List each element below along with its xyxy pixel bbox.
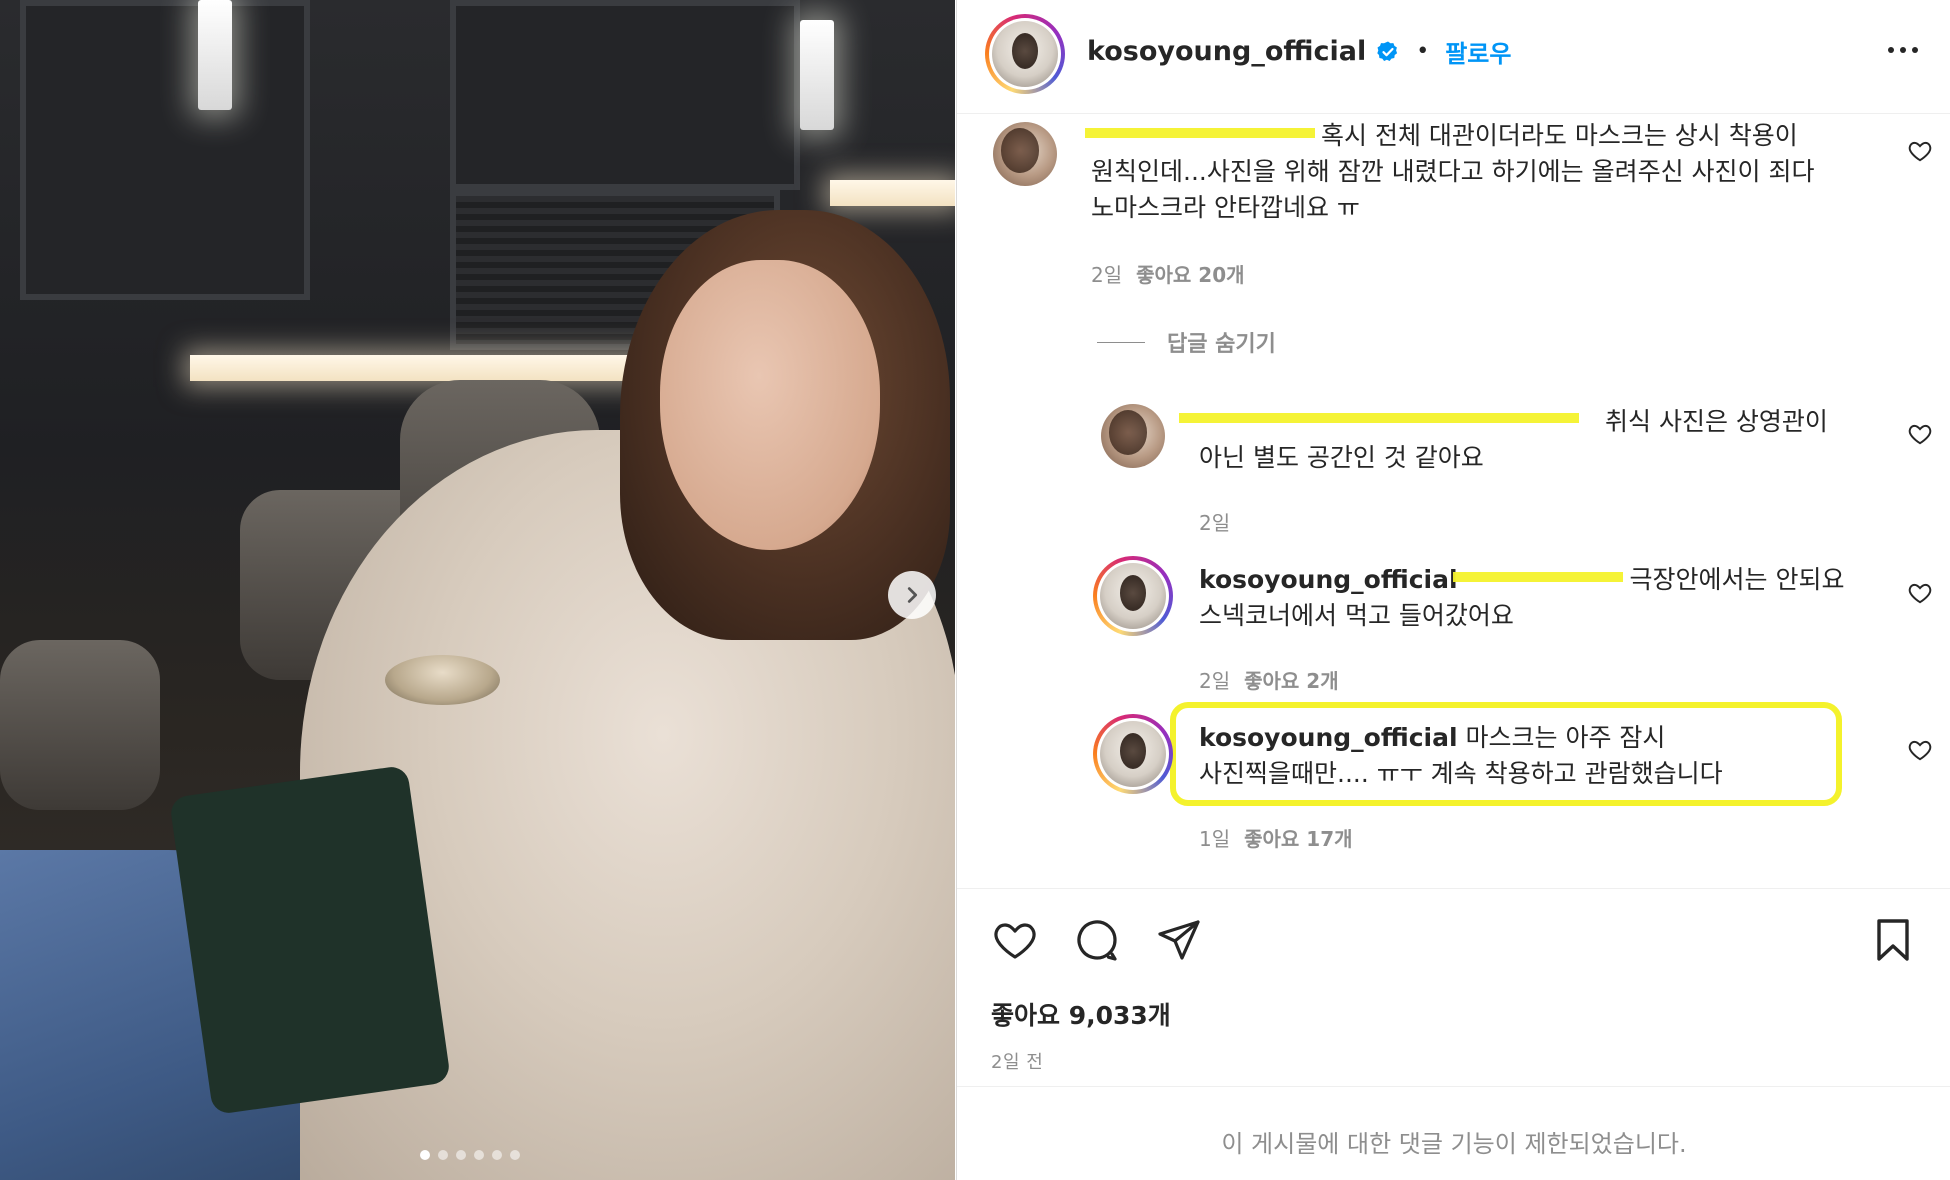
hide-replies-button[interactable]: 답글 숨기기 bbox=[1097, 326, 1276, 358]
light-strip bbox=[190, 355, 670, 381]
author-avatar[interactable] bbox=[1093, 714, 1173, 794]
reply-meta: 1일 좋아요 17개 bbox=[1199, 823, 1353, 852]
reply-meta: 2일 bbox=[1199, 507, 1230, 536]
carousel-dot[interactable] bbox=[420, 1150, 430, 1160]
commenter-avatar[interactable] bbox=[993, 122, 1057, 186]
heart-outline-icon[interactable] bbox=[1907, 421, 1933, 447]
heart-outline-icon[interactable] bbox=[991, 916, 1039, 964]
carousel-dot[interactable] bbox=[474, 1150, 484, 1160]
heart-outline-icon[interactable] bbox=[1907, 580, 1933, 606]
reply-time: 2일 bbox=[1199, 669, 1231, 693]
wall-lamp bbox=[800, 20, 834, 130]
wall-lamp bbox=[198, 0, 232, 110]
reply-text: kosoyoung_official 마스크는 아주 잠시 사진찍을때만....… bbox=[1199, 723, 1723, 788]
post-photo bbox=[0, 0, 955, 1180]
carousel-dot[interactable] bbox=[438, 1150, 448, 1160]
header-title-row: kosoyoung_official • 팔로우 bbox=[1087, 34, 1511, 69]
heart-outline-icon[interactable] bbox=[1907, 138, 1933, 164]
author-avatar[interactable] bbox=[985, 14, 1065, 94]
light-strip bbox=[830, 180, 955, 206]
comment-time: 2일 bbox=[1091, 263, 1123, 287]
bottom-divider bbox=[957, 1086, 1950, 1087]
bookmark-icon[interactable] bbox=[1869, 916, 1917, 964]
reply-likes[interactable]: 좋아요 17개 bbox=[1244, 827, 1352, 851]
carousel-next-button[interactable] bbox=[888, 571, 936, 619]
likes-count[interactable]: 좋아요 9,033개 bbox=[991, 996, 1171, 1032]
redaction-mark bbox=[1453, 572, 1623, 582]
author-avatar[interactable] bbox=[1093, 556, 1173, 636]
author-username[interactable]: kosoyoung_official bbox=[1087, 36, 1366, 67]
carousel-dot[interactable] bbox=[456, 1150, 466, 1160]
hide-replies-line bbox=[1097, 341, 1145, 343]
commenter-avatar[interactable] bbox=[1101, 404, 1165, 468]
post-timestamp: 2일 전 bbox=[991, 1052, 1044, 1073]
reply-username[interactable]: kosoyoung_official bbox=[1199, 723, 1458, 752]
carousel-dots bbox=[420, 1150, 520, 1160]
header-separator: • bbox=[1416, 39, 1430, 64]
comments-restricted-notice: 이 게시물에 대한 댓글 기능이 제한되었습니다. bbox=[1221, 1130, 1687, 1158]
wall-panel bbox=[20, 0, 310, 300]
heart-outline-icon[interactable] bbox=[1907, 737, 1933, 763]
comment-likes[interactable]: 좋아요 20개 bbox=[1136, 263, 1244, 287]
comment-icon[interactable] bbox=[1073, 916, 1121, 964]
person-face bbox=[660, 260, 880, 550]
theater-seat bbox=[0, 640, 160, 810]
comment-meta: 2일 좋아요 20개 bbox=[1091, 259, 1245, 288]
carousel-dot[interactable] bbox=[492, 1150, 502, 1160]
cushion-compact bbox=[385, 655, 500, 705]
reply-meta: 2일 좋아요 2개 bbox=[1199, 665, 1339, 694]
more-horizontal-icon[interactable] bbox=[1883, 40, 1923, 60]
chevron-right-icon bbox=[907, 587, 918, 603]
carousel-dot[interactable] bbox=[510, 1150, 520, 1160]
verified-badge-icon bbox=[1376, 40, 1400, 64]
reply-likes[interactable]: 좋아요 2개 bbox=[1244, 669, 1338, 693]
actions-divider bbox=[957, 888, 1950, 889]
hide-replies-label: 답글 숨기기 bbox=[1167, 332, 1276, 357]
post-info-panel: kosoyoung_official • 팔로우 혹시 전체 대관이더라도 마스… bbox=[956, 0, 1950, 1180]
redaction-mark bbox=[1085, 128, 1315, 138]
wall-panel bbox=[450, 0, 800, 190]
follow-button[interactable]: 팔로우 bbox=[1445, 34, 1511, 69]
handbag bbox=[168, 764, 452, 1116]
reply-time: 2일 bbox=[1199, 511, 1231, 535]
redaction-mark bbox=[1179, 413, 1579, 423]
reply-username[interactable]: kosoyoung_official bbox=[1199, 565, 1458, 594]
reply-time: 1일 bbox=[1199, 827, 1231, 851]
share-icon[interactable] bbox=[1155, 916, 1203, 964]
post-header: kosoyoung_official • 팔로우 bbox=[957, 0, 1950, 114]
